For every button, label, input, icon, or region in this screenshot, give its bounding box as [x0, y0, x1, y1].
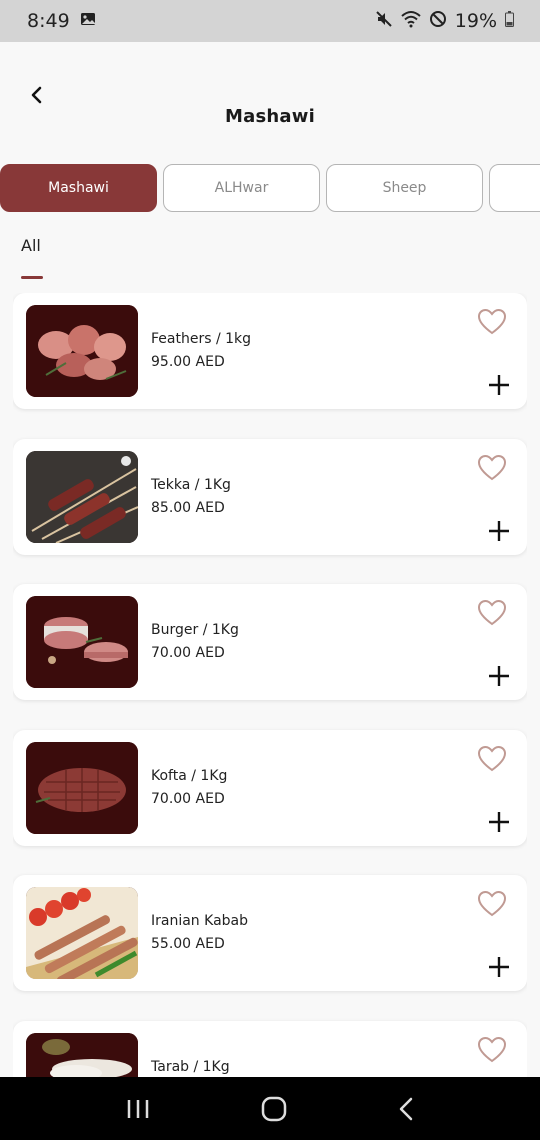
gallery-notification-icon: [80, 10, 96, 32]
product-image: [26, 887, 138, 979]
product-name: Burger / 1Kg: [151, 622, 239, 638]
status-time: 8:49: [27, 10, 70, 32]
product-name: Iranian Kabab: [151, 913, 248, 929]
product-card[interactable]: Kofta / 1Kg 70.00 AED: [13, 730, 527, 846]
product-image: [26, 305, 138, 397]
add-to-cart-button[interactable]: [487, 664, 511, 688]
mute-icon: [375, 10, 393, 33]
product-card[interactable]: Feathers / 1kg 95.00 AED: [13, 293, 527, 409]
system-back-button[interactable]: [397, 1097, 415, 1121]
wifi-icon: [401, 10, 421, 33]
product-price: 55.00 AED: [151, 936, 225, 952]
product-price: 70.00 AED: [151, 645, 225, 661]
product-image: [26, 596, 138, 688]
product-image: [26, 451, 138, 543]
product-price: 70.00 AED: [151, 791, 225, 807]
battery-level: 19%: [454, 10, 497, 32]
add-to-cart-button[interactable]: [487, 955, 511, 979]
heart-icon[interactable]: [477, 454, 507, 482]
add-to-cart-button[interactable]: [487, 373, 511, 397]
category-tabs: Mashawi ALHwar Sheep: [0, 164, 540, 214]
add-to-cart-button[interactable]: [487, 810, 511, 834]
product-card[interactable]: Tekka / 1Kg 85.00 AED: [13, 439, 527, 555]
tab-mashawi[interactable]: Mashawi: [0, 164, 157, 212]
battery-icon: [505, 10, 514, 32]
subtab-indicator: [21, 276, 43, 279]
product-image: [26, 742, 138, 834]
product-image: [26, 1033, 138, 1077]
tab-more[interactable]: [489, 164, 540, 212]
heart-icon[interactable]: [477, 745, 507, 773]
product-list[interactable]: Feathers / 1kg 95.00 AED Tekka / 1Kg 85.…: [13, 293, 527, 1077]
product-name: Kofta / 1Kg: [151, 768, 228, 784]
product-price: 95.00 AED: [151, 354, 225, 370]
system-nav-bar: [0, 1077, 540, 1140]
recent-apps-button[interactable]: [125, 1098, 151, 1120]
heart-icon[interactable]: [477, 1036, 507, 1064]
tab-sheep[interactable]: Sheep: [326, 164, 483, 212]
do-not-disturb-icon: [429, 10, 447, 33]
status-bar: 8:49 19%: [0, 0, 540, 42]
product-name: Feathers / 1kg: [151, 331, 252, 347]
tab-alhwar[interactable]: ALHwar: [163, 164, 320, 212]
heart-icon[interactable]: [477, 599, 507, 627]
product-name: Tarab / 1Kg: [151, 1059, 230, 1075]
product-card[interactable]: Tarab / 1Kg: [13, 1021, 527, 1077]
heart-icon[interactable]: [477, 890, 507, 918]
product-price: 85.00 AED: [151, 500, 225, 516]
subtab-all[interactable]: All: [21, 236, 41, 255]
chevron-left-icon: [31, 86, 42, 104]
page-title: Mashawi: [225, 106, 315, 127]
add-to-cart-button[interactable]: [487, 519, 511, 543]
product-card[interactable]: Iranian Kabab 55.00 AED: [13, 875, 527, 991]
heart-icon[interactable]: [477, 308, 507, 336]
app-header: Mashawi: [0, 42, 540, 152]
home-button[interactable]: [261, 1096, 287, 1122]
product-name: Tekka / 1Kg: [151, 477, 231, 493]
product-card[interactable]: Burger / 1Kg 70.00 AED: [13, 584, 527, 700]
